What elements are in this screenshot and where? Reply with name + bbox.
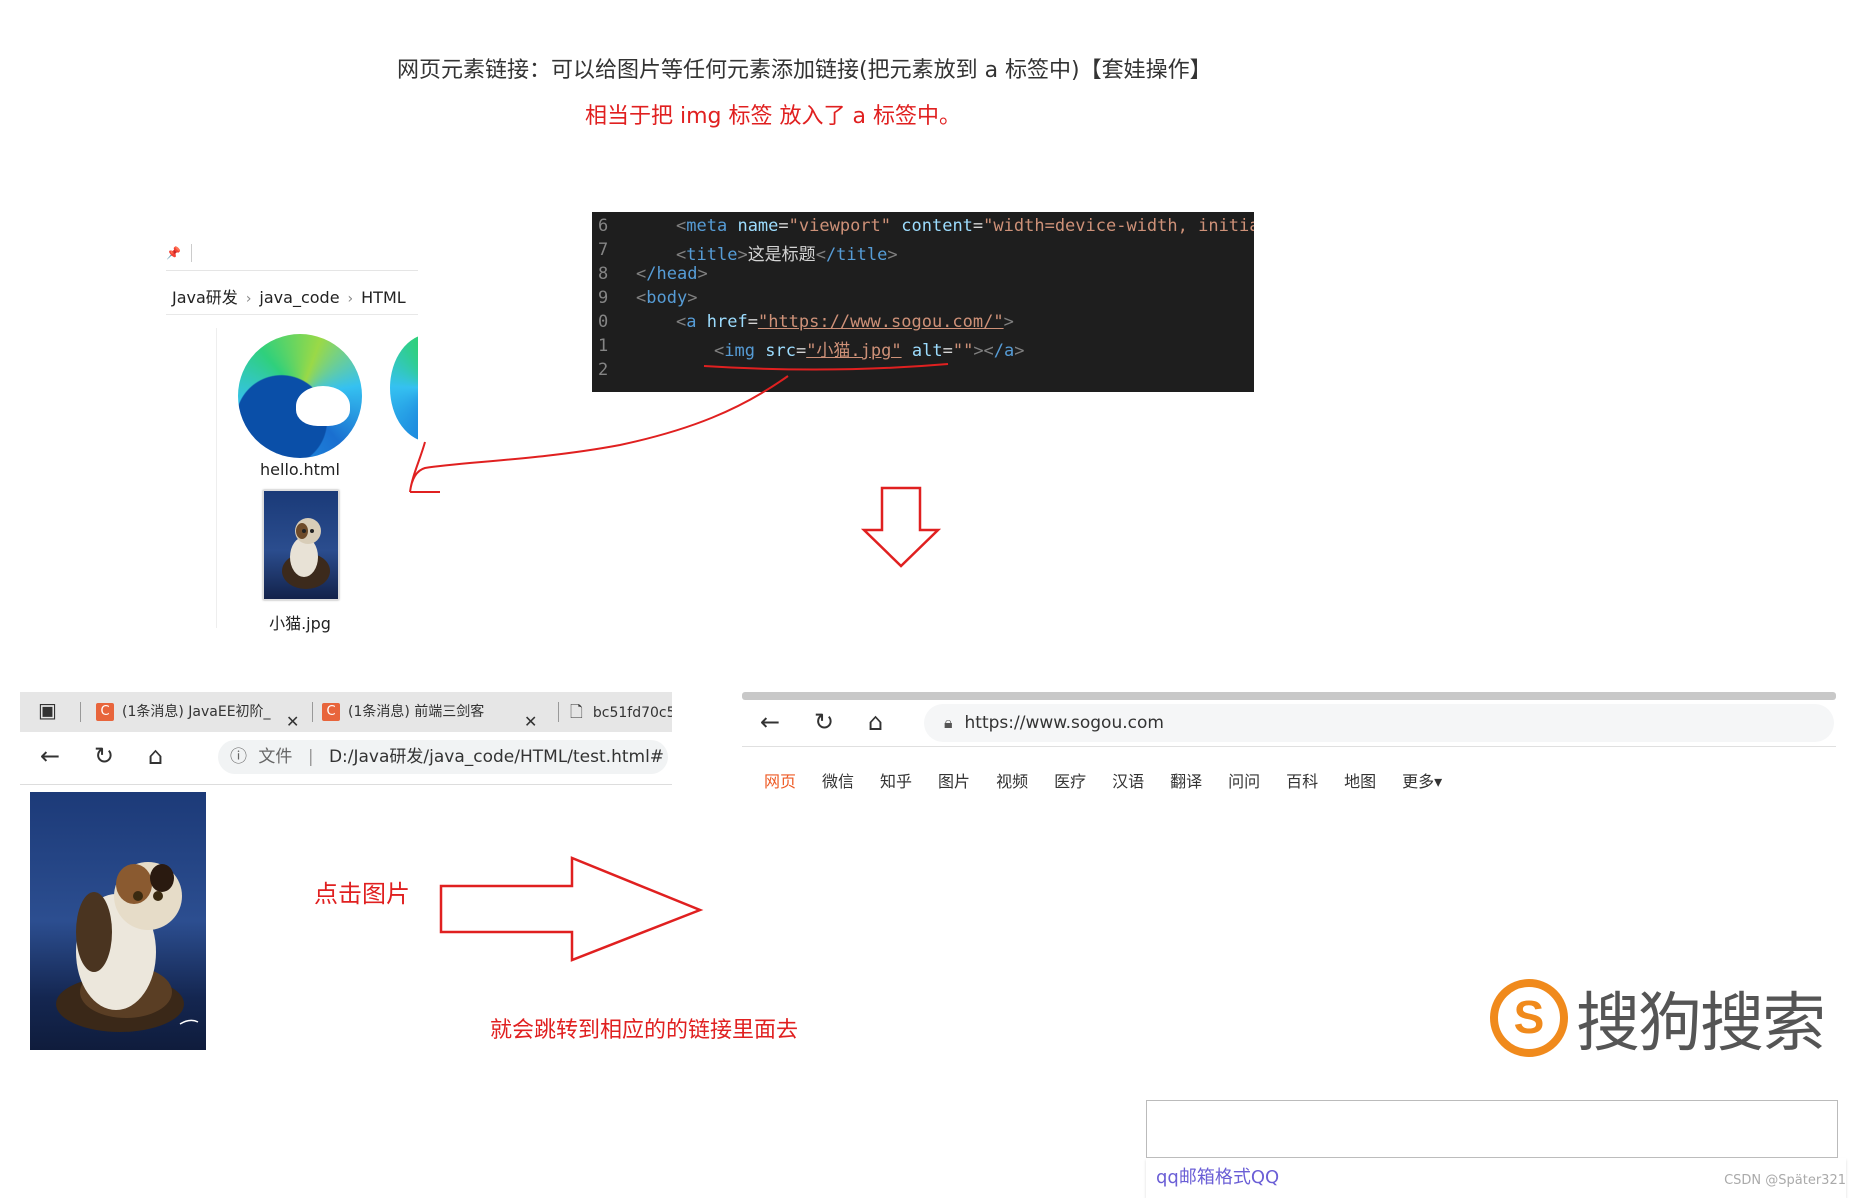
info-icon: ⓘ [230, 747, 247, 767]
nav-item-translate[interactable]: 翻译 [1170, 772, 1202, 791]
nav-item-zhihu[interactable]: 知乎 [880, 772, 912, 791]
tab-divider [312, 702, 313, 722]
url-text: D:/Java研发/java_code/HTML/test.html# [328, 747, 665, 767]
home-icon[interactable]: ⌂ [148, 742, 163, 770]
tab-label: bc51fd70c5 [592, 705, 672, 721]
csdn-favicon-icon: C [322, 703, 340, 721]
search-input[interactable] [1146, 1100, 1838, 1158]
tab-file[interactable]: 🗋 bc51fd70c5 [570, 692, 672, 732]
close-icon[interactable]: ✕ [524, 702, 537, 732]
tab-divider [80, 702, 81, 722]
address-bar-row: ← ↻ ⌂ 🔒︎ https://www.sogou.com [742, 700, 1836, 747]
close-icon[interactable]: ✕ [286, 702, 299, 732]
lock-icon: 🔒︎ [944, 713, 953, 732]
underline-annotation [703, 363, 949, 371]
tab-label: (1条消息) 前端三剑客 [348, 704, 485, 720]
nav-item-wenwen[interactable]: 问问 [1228, 772, 1260, 791]
nav-item-weixin[interactable]: 微信 [822, 772, 854, 791]
right-arrow [439, 856, 704, 962]
document-icon: 🗋 [570, 702, 583, 721]
cat-photo-icon [56, 862, 199, 1032]
nav-item-map[interactable]: 地图 [1344, 772, 1376, 791]
tab-frontend[interactable]: C (1条消息) 前端三剑客 ✕ [322, 692, 554, 732]
nav-item-video[interactable]: 视频 [996, 772, 1028, 791]
sogou-s-icon: S [1490, 979, 1568, 1057]
curved-arrow-annotation [409, 375, 789, 493]
sogou-logo: S 搜狗搜索 [1490, 972, 1826, 1061]
back-arrow-icon[interactable]: ← [40, 742, 60, 770]
tab-actions-icon[interactable]: ▣ [38, 698, 57, 722]
sogou-browser-window: ← ↻ ⌂ 🔒︎ https://www.sogou.com 网页 微信 知乎 图片 视频… [742, 692, 1838, 1192]
home-icon[interactable]: ⌂ [868, 708, 883, 736]
url-text: https://www.sogou.com [964, 713, 1164, 733]
nav-item-images[interactable]: 图片 [938, 772, 970, 791]
nav-item-more[interactable]: 更多▾ [1402, 772, 1442, 791]
tab-javaee[interactable]: C (1条消息) JavaEE初阶_ ✕ [96, 692, 312, 732]
nav-item-medical[interactable]: 医疗 [1054, 772, 1086, 791]
down-arrow [860, 486, 942, 568]
address-bar-row: ← ↻ ⌂ ⓘ 文件 | D:/Java研发/java_code/HTML/te… [20, 732, 672, 785]
url-field[interactable]: ⓘ 文件 | D:/Java研发/java_code/HTML/test.htm… [218, 740, 668, 774]
nav-item-hanyu[interactable]: 汉语 [1112, 772, 1144, 791]
url-divider: | [307, 747, 314, 767]
tab-bar: ▣ C (1条消息) JavaEE初阶_ ✕ C (1条消息) 前端三剑客 ✕ 🗋 b… [20, 692, 672, 732]
window-top-bar [742, 692, 1836, 700]
nav-item-web[interactable]: 网页 [764, 772, 796, 791]
click-image-label: 点击图片 [314, 880, 410, 908]
sogou-nav: 网页 微信 知乎 图片 视频 医疗 汉语 翻译 问问 百科 地图 更多▾ [764, 768, 1468, 792]
csdn-favicon-icon: C [96, 703, 114, 721]
file-scheme-label: 文件 [258, 747, 293, 767]
cat-image-link[interactable] [30, 792, 206, 1050]
reload-icon[interactable]: ↻ [94, 742, 114, 770]
sogou-logo-text: 搜狗搜索 [1576, 987, 1826, 1061]
reload-icon[interactable]: ↻ [814, 708, 834, 736]
tab-divider [558, 702, 559, 722]
nav-item-baike[interactable]: 百科 [1286, 772, 1318, 791]
url-field[interactable]: 🔒︎ https://www.sogou.com [924, 704, 1834, 742]
watermark: CSDN @Später321 [1724, 1173, 1846, 1188]
tab-label: (1条消息) JavaEE初阶_ [122, 704, 271, 720]
local-browser-window: ▣ C (1条消息) JavaEE初阶_ ✕ C (1条消息) 前端三剑客 ✕ 🗋 b… [20, 692, 672, 785]
back-arrow-icon[interactable]: ← [760, 708, 780, 736]
